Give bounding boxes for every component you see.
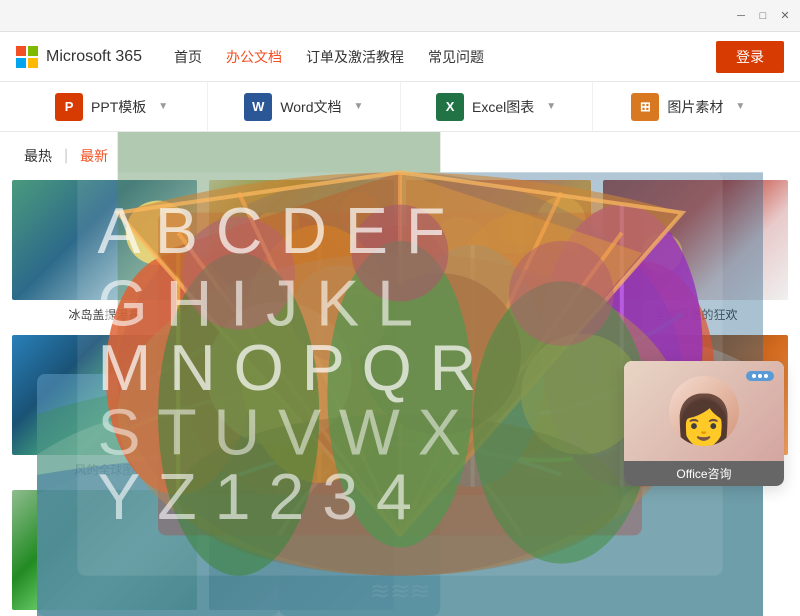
img-arrow-icon: ▼ bbox=[735, 101, 745, 112]
cat-excel[interactable]: X Excel图表 ▼ bbox=[401, 82, 593, 131]
cat-img-label: 图片素材 bbox=[667, 97, 723, 117]
img-icon: ⊞ bbox=[631, 93, 659, 121]
chat-bubble-icon bbox=[746, 371, 774, 381]
ppt-arrow-icon: ▼ bbox=[158, 101, 168, 112]
cat-word[interactable]: W Word文档 ▼ bbox=[208, 82, 400, 131]
chat-widget[interactable]: 👩 Office咨询 bbox=[624, 361, 784, 486]
minimize-button[interactable]: ─ bbox=[734, 9, 748, 23]
nav-link-docs[interactable]: 办公文档 bbox=[226, 43, 282, 71]
excel-icon: X bbox=[436, 93, 464, 121]
logo[interactable]: Microsoft 365 bbox=[16, 46, 142, 68]
nav-links: 首页 办公文档 订单及激活教程 常见问题 bbox=[174, 43, 716, 71]
chat-avatar: 👩 bbox=[624, 361, 784, 461]
cat-word-label: Word文档 bbox=[280, 97, 341, 117]
word-arrow-icon: ▼ bbox=[354, 101, 364, 112]
nav-link-faq[interactable]: 常见问题 bbox=[428, 43, 484, 71]
avatar-figure-icon: 👩 bbox=[673, 396, 735, 446]
logo-text: Microsoft 365 bbox=[46, 48, 142, 66]
window-controls: ─ □ ✕ bbox=[734, 9, 792, 23]
nav-link-orders[interactable]: 订单及激活教程 bbox=[306, 43, 404, 71]
nav-bar: Microsoft 365 首页 办公文档 订单及激活教程 常见问题 登录 bbox=[0, 32, 800, 82]
excel-arrow-icon: ▼ bbox=[546, 101, 556, 112]
svg-text:Y Z 1 2 3 4: Y Z 1 2 3 4 bbox=[209, 490, 394, 533]
cat-ppt-label: PPT模板 bbox=[91, 97, 146, 117]
grid-item-10[interactable]: A B C D E F G H I J K L M N O P Q R S T … bbox=[209, 490, 394, 616]
cat-excel-label: Excel图表 bbox=[472, 97, 534, 117]
avatar: 👩 bbox=[669, 376, 739, 446]
chat-dot-2 bbox=[758, 374, 762, 378]
title-bar: ─ □ ✕ bbox=[0, 0, 800, 32]
chat-dot-3 bbox=[764, 374, 768, 378]
chat-dot-1 bbox=[752, 374, 756, 378]
category-bar: P PPT模板 ▼ W Word文档 ▼ X Excel图表 ▼ ⊞ 图片素材 … bbox=[0, 82, 800, 132]
login-button[interactable]: 登录 bbox=[716, 41, 784, 73]
main-content: 最热 | 最新 冰岛盖提瀑布 bbox=[0, 132, 800, 616]
chat-label: Office咨询 bbox=[624, 461, 784, 486]
nav-link-home[interactable]: 首页 bbox=[174, 43, 202, 71]
logo-grid-icon bbox=[16, 46, 38, 68]
maximize-button[interactable]: □ bbox=[756, 9, 770, 23]
close-button[interactable]: ✕ bbox=[778, 9, 792, 23]
cat-img[interactable]: ⊞ 图片素材 ▼ bbox=[593, 82, 784, 131]
word-icon: W bbox=[244, 93, 272, 121]
grid-img-10: A B C D E F G H I J K L M N O P Q R S T … bbox=[209, 490, 394, 610]
ppt-icon: P bbox=[55, 93, 83, 121]
cat-ppt[interactable]: P PPT模板 ▼ bbox=[16, 82, 208, 131]
